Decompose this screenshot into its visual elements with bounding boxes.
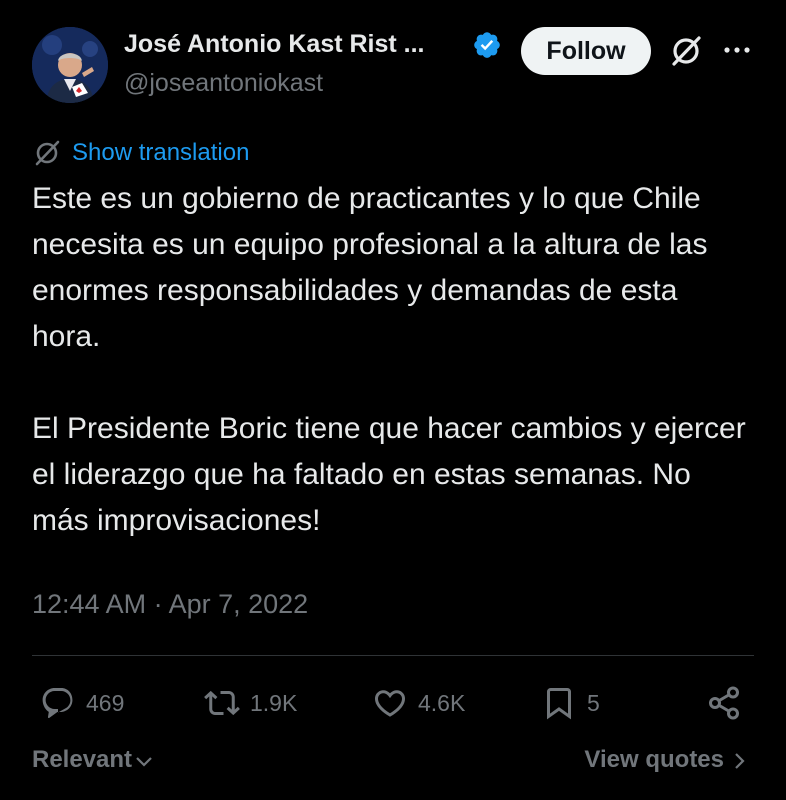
divider	[32, 655, 754, 656]
avatar[interactable]	[32, 27, 108, 103]
share-button[interactable]	[706, 683, 752, 723]
author-name[interactable]: José Antonio Kast Rist ...	[124, 30, 425, 59]
author-handle[interactable]: @joseantoniokast	[124, 69, 323, 98]
more-icon[interactable]	[722, 40, 752, 60]
bookmark-button[interactable]: 5	[541, 683, 600, 723]
sort-label: Relevant	[32, 746, 133, 773]
reply-button[interactable]: 469	[40, 683, 124, 723]
grok-icon[interactable]	[668, 33, 704, 69]
grok-translate-icon	[35, 140, 60, 166]
tweet-detail-page: José Antonio Kast Rist ... @joseantoniok…	[0, 0, 786, 800]
like-button[interactable]: 4.6K	[372, 683, 465, 723]
reply-count: 469	[86, 689, 125, 716]
tweet-paragraph: El Presidente Boric tiene que hacer camb…	[32, 412, 746, 537]
tweet-paragraph: Este es un gobierno de practicantes y lo…	[32, 182, 708, 353]
tweet-text: Este es un gobierno de practicantes y lo…	[32, 176, 752, 544]
chevron-down-icon	[136, 757, 152, 767]
like-count: 4.6K	[418, 689, 466, 716]
bookmark-icon	[547, 688, 571, 720]
repost-count: 1.9K	[250, 689, 298, 716]
chevron-right-icon	[735, 753, 745, 769]
repost-button[interactable]: 1.9K	[204, 683, 297, 723]
follow-button[interactable]: Follow	[521, 27, 651, 75]
bookmark-count: 5	[587, 689, 600, 716]
repost-icon	[204, 690, 240, 716]
translation-row[interactable]: Show translation	[32, 137, 249, 169]
tweet-timestamp[interactable]: 12:44 AM · Apr 7, 2022	[32, 589, 308, 620]
view-quotes-link[interactable]: View quotes	[584, 746, 750, 774]
show-translation-link[interactable]: Show translation	[72, 139, 249, 167]
reply-icon	[42, 688, 73, 719]
heart-icon	[374, 690, 406, 717]
share-icon	[709, 686, 739, 720]
verified-badge-icon	[474, 32, 500, 58]
reply-sort-dropdown[interactable]: Relevant	[32, 746, 154, 774]
view-quotes-label: View quotes	[584, 746, 724, 773]
